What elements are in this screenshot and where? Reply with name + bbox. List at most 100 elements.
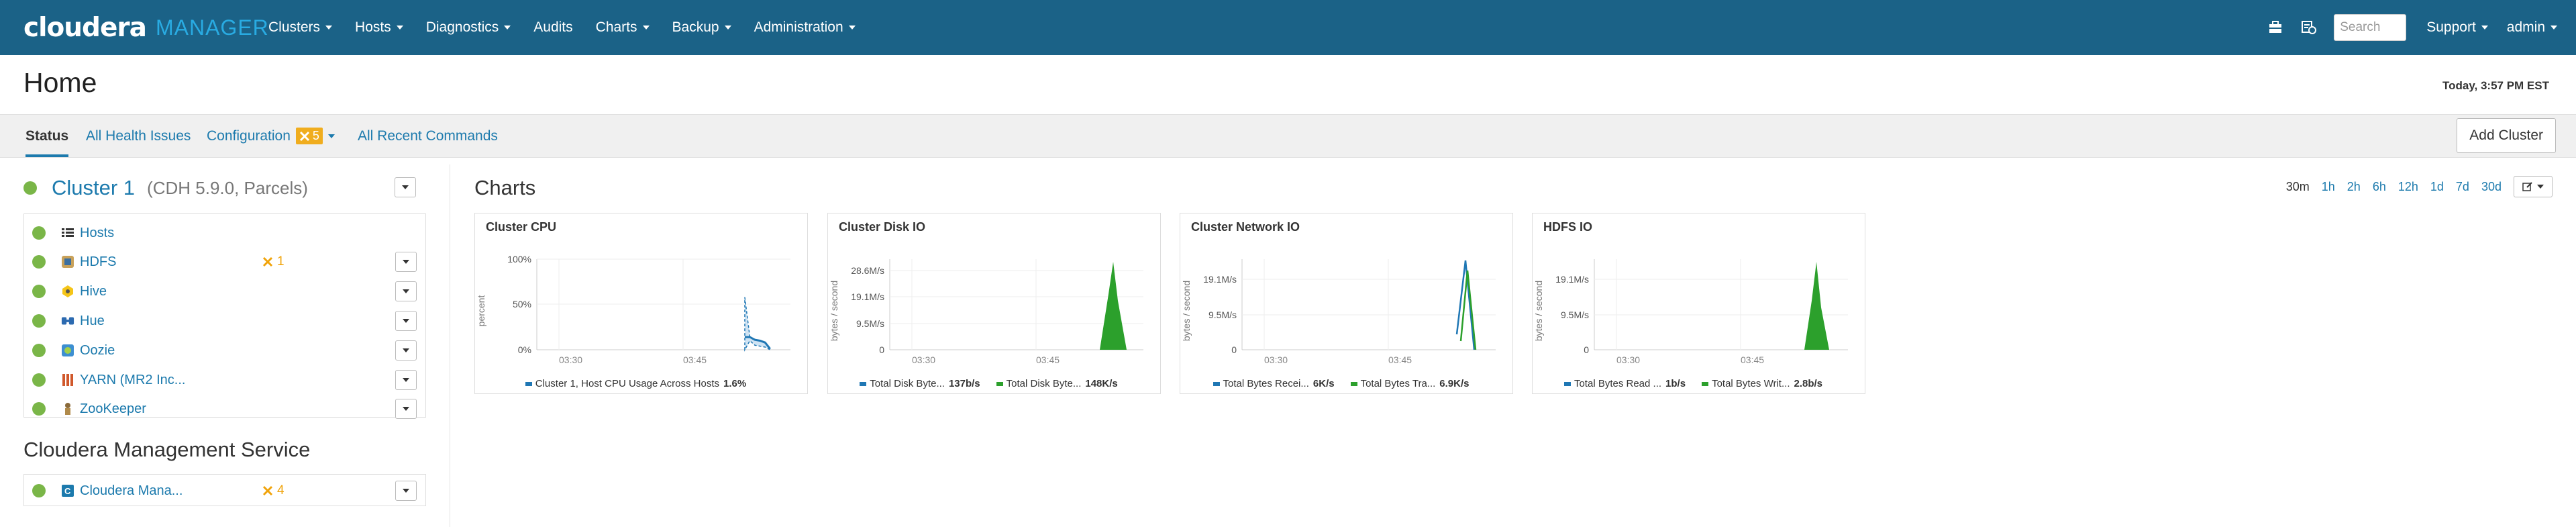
- legend-value: 6K/s: [1312, 378, 1335, 389]
- legend-item[interactable]: Total Bytes Tra... 6.9K/s: [1350, 378, 1470, 389]
- service-actions-button[interactable]: [395, 481, 417, 501]
- chevron-down-icon: [403, 489, 409, 493]
- menu-audits[interactable]: Audits: [533, 19, 572, 36]
- menu-diagnostics[interactable]: Diagnostics: [426, 19, 511, 36]
- page-timestamp[interactable]: Today, 3:57 PM EST: [2442, 79, 2549, 93]
- service-link[interactable]: Hue: [80, 314, 105, 329]
- chevron-down-icon: [848, 26, 856, 30]
- hdfs-write-area: [1804, 262, 1829, 350]
- tab-status[interactable]: Status: [25, 115, 69, 157]
- legend-swatch: [1350, 381, 1357, 386]
- cluster-actions-button[interactable]: [395, 177, 416, 197]
- service-link[interactable]: Cloudera Mana...: [80, 483, 183, 499]
- config-warning-count: 1: [277, 254, 285, 269]
- service-actions-button[interactable]: [395, 370, 417, 390]
- status-good-icon: [32, 226, 46, 240]
- config-warning[interactable]: 4: [262, 483, 285, 498]
- svg-text:C: C: [64, 486, 71, 496]
- hive-icon: [61, 285, 74, 298]
- chart-plot: bytes / second 19.1M/s 9.5M/s 0 03:30 03…: [1533, 259, 1848, 365]
- service-link[interactable]: Oozie: [80, 343, 115, 358]
- status-good-icon: [32, 484, 46, 497]
- config-warning[interactable]: 1: [262, 254, 285, 269]
- oozie-icon: [61, 344, 74, 357]
- x-tick-label: 03:45: [1036, 354, 1060, 365]
- zookeeper-icon: [61, 402, 74, 416]
- service-actions-button[interactable]: [395, 281, 417, 301]
- range-1h[interactable]: 1h: [2322, 180, 2335, 194]
- cloudera-logo[interactable]: cloudera MANAGER: [23, 9, 269, 46]
- tab-label: Status: [25, 128, 69, 144]
- cluster-name-link[interactable]: Cluster 1: [52, 176, 135, 200]
- top-navbar: cloudera MANAGER Clusters Hosts Diagnost…: [0, 0, 2576, 55]
- range-12h[interactable]: 12h: [2398, 180, 2418, 194]
- service-link[interactable]: HDFS: [80, 254, 116, 270]
- y-tick-label: 0%: [518, 344, 531, 355]
- tab-configuration[interactable]: Configuration 5: [207, 115, 335, 157]
- range-1d[interactable]: 1d: [2430, 180, 2444, 194]
- chart-card-cluster-network-io[interactable]: Cluster Network IO bytes / second 19.1M/…: [1180, 213, 1513, 394]
- service-actions-button[interactable]: [395, 340, 417, 361]
- chart-plot: bytes / second 19.1M/s 9.5M/s 0 03:30 03…: [1181, 259, 1496, 365]
- chevron-down-icon: [327, 134, 335, 138]
- range-2h[interactable]: 2h: [2347, 180, 2361, 194]
- service-actions-button[interactable]: [395, 252, 417, 272]
- chart-card-hdfs-io[interactable]: HDFS IO bytes / second 19.1M/s 9.5M/s 0 …: [1532, 213, 1865, 394]
- legend-value: 148K/s: [1085, 378, 1118, 389]
- charts-title: Charts: [474, 176, 536, 199]
- service-actions-button[interactable]: [395, 311, 417, 331]
- edit-charts-button[interactable]: [2514, 176, 2553, 197]
- user-menu[interactable]: admin: [2507, 19, 2557, 36]
- menu-clusters[interactable]: Clusters: [268, 19, 333, 36]
- brand-product: MANAGER: [155, 15, 269, 40]
- chevron-down-icon: [2481, 26, 2488, 30]
- menu-charts[interactable]: Charts: [596, 19, 650, 36]
- disk-io-write-area: [1100, 262, 1127, 350]
- list-icon: [61, 226, 74, 240]
- cloudera-management-icon: C: [61, 484, 74, 497]
- add-cluster-button[interactable]: Add Cluster: [2457, 118, 2556, 153]
- tab-all-recent-commands[interactable]: All Recent Commands: [358, 115, 498, 157]
- x-tick-label: 03:30: [912, 354, 935, 365]
- y-tick-label: 19.1M/s: [1555, 274, 1589, 285]
- main-menu: Clusters Hosts Diagnostics Audits Charts…: [268, 0, 878, 55]
- range-30m[interactable]: 30m: [2286, 180, 2310, 194]
- chevron-down-icon: [396, 26, 403, 30]
- range-7d[interactable]: 7d: [2456, 180, 2469, 194]
- y-tick-label: 0: [1584, 344, 1589, 355]
- menu-backup[interactable]: Backup: [672, 19, 731, 36]
- legend-item[interactable]: Total Bytes Recei... 6K/s: [1213, 378, 1335, 389]
- service-link[interactable]: ZooKeeper: [80, 401, 146, 417]
- hdfs-icon: [61, 255, 74, 269]
- legend-item[interactable]: Total Disk Byte... 148K/s: [996, 378, 1118, 389]
- legend-item[interactable]: Total Bytes Writ... 2.8b/s: [1702, 378, 1822, 389]
- search-input[interactable]: [2334, 14, 2407, 41]
- legend-item[interactable]: Cluster 1, Host CPU Usage Across Hosts 1.…: [525, 378, 746, 389]
- menu-hosts[interactable]: Hosts: [355, 19, 403, 36]
- range-6h[interactable]: 6h: [2373, 180, 2386, 194]
- service-actions-button[interactable]: [395, 399, 417, 419]
- chart-card-cluster-cpu[interactable]: Cluster CPU percent 100% 50% 0% 03:30 03…: [474, 213, 808, 394]
- support-menu[interactable]: Support: [2426, 19, 2488, 36]
- y-tick-label: 19.1M/s: [851, 291, 884, 302]
- service-link[interactable]: YARN (MR2 Inc...: [80, 373, 185, 388]
- service-link[interactable]: Hive: [80, 284, 107, 299]
- chevron-down-icon: [403, 260, 409, 264]
- status-good-icon: [32, 255, 46, 269]
- chart-card-cluster-disk-io[interactable]: Cluster Disk IO bytes / second 28.6M/s 1…: [827, 213, 1161, 394]
- tab-all-health-issues[interactable]: All Health Issues: [86, 115, 191, 157]
- menu-administration[interactable]: Administration: [754, 19, 856, 36]
- legend-item[interactable]: Total Bytes Read ... 1b/s: [1563, 378, 1686, 389]
- x-tick-label: 03:45: [1741, 354, 1764, 365]
- service-link[interactable]: Hosts: [80, 226, 114, 241]
- wrench-icon: [299, 131, 309, 141]
- chevron-down-icon: [402, 185, 409, 189]
- legend-item[interactable]: Total Disk Byte... 137b/s: [860, 378, 980, 389]
- legend-name: Total Bytes Read ...: [1574, 378, 1662, 389]
- status-good-icon: [23, 181, 37, 195]
- chevron-down-icon: [2537, 185, 2544, 189]
- parcels-icon[interactable]: [2267, 19, 2284, 36]
- range-30d[interactable]: 30d: [2481, 180, 2502, 194]
- chart-legend: Total Bytes Read ... 1b/s Total Bytes Wri…: [1533, 378, 1865, 389]
- running-commands-icon[interactable]: [2300, 19, 2318, 36]
